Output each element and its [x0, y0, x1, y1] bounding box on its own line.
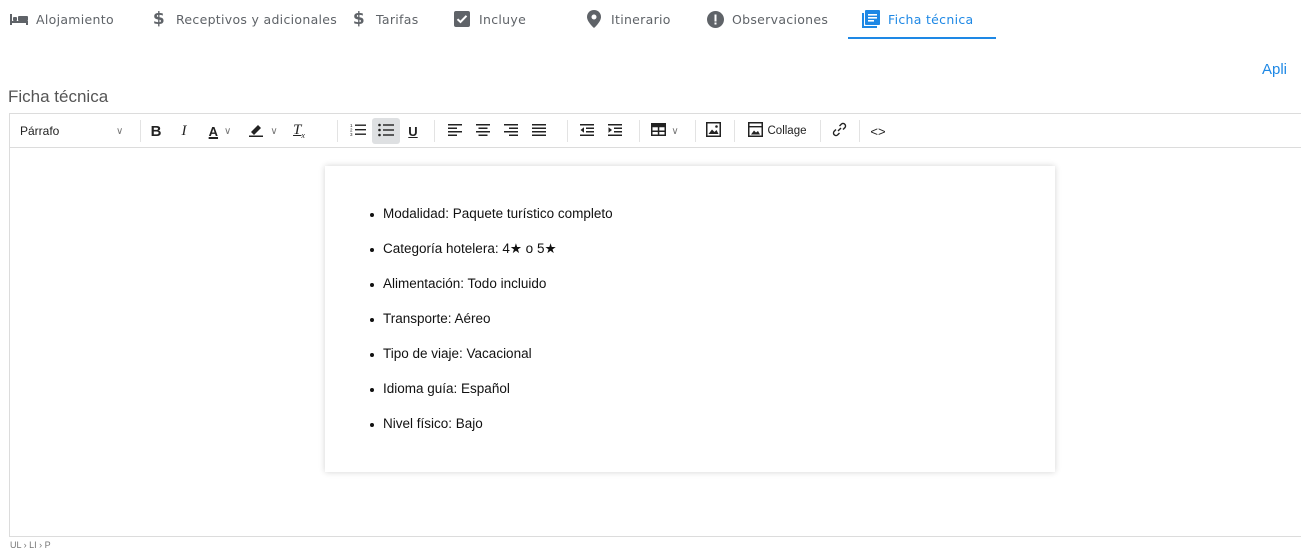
highlight-color-button[interactable]: ∨	[242, 118, 284, 144]
collage-button[interactable]: Collage	[740, 118, 814, 144]
tab-label: Alojamiento	[36, 11, 114, 27]
section-title: Ficha técnica	[8, 87, 109, 106]
italic-icon: I	[181, 122, 187, 139]
toolbar-divider	[639, 120, 640, 142]
list-item[interactable]: Alimentación: Todo incluido	[370, 276, 613, 311]
chevron-down-icon: ∨	[116, 125, 124, 137]
align-right-icon	[504, 123, 518, 139]
dollar-icon: $	[352, 9, 366, 29]
bed-icon	[10, 10, 28, 28]
align-right-button[interactable]	[499, 118, 523, 144]
align-justify-icon	[532, 123, 546, 139]
toolbar-divider	[337, 120, 338, 142]
svg-text:3: 3	[350, 132, 353, 137]
highlighter-icon	[248, 123, 264, 140]
tab-label: Itinerario	[611, 11, 671, 27]
code-icon: <>	[870, 123, 886, 139]
chevron-down-icon: ∨	[224, 125, 232, 137]
clear-formatting-button[interactable]: Tx	[286, 118, 312, 144]
tab-itinerario[interactable]: Itinerario	[585, 0, 671, 38]
block-format-value: Párrafo	[20, 124, 60, 138]
table-icon	[651, 123, 667, 139]
active-tab-indicator	[848, 37, 996, 39]
tab-incluye[interactable]: Incluye	[453, 0, 526, 38]
dollar-icon: $	[152, 9, 166, 29]
text-color-button[interactable]: A ∨	[200, 118, 240, 144]
checkbox-icon	[453, 10, 471, 28]
tab-label: Ficha técnica	[888, 11, 974, 27]
list-item[interactable]: Transporte: Aéreo	[370, 311, 613, 346]
clear-format-icon: Tx	[293, 122, 305, 140]
underline-icon: U	[408, 123, 418, 139]
editor-toolbar: Párrafo ∨ B I A ∨ ∨ Tx 123 U ∨ Collage <…	[10, 114, 1301, 148]
chevron-down-icon: ∨	[671, 125, 679, 137]
outdent-icon	[580, 123, 594, 139]
insert-image-button[interactable]	[700, 118, 726, 144]
toolbar-divider	[695, 120, 696, 142]
bold-button[interactable]: B	[144, 118, 168, 144]
bullet-list-button[interactable]	[372, 118, 400, 144]
image-icon	[705, 122, 721, 140]
editor-content-area[interactable]: Modalidad: Paquete turístico completo Ca…	[10, 148, 1301, 536]
tab-observaciones[interactable]: Observaciones	[706, 0, 828, 38]
editor-page[interactable]: Modalidad: Paquete turístico completo Ca…	[325, 166, 1055, 472]
source-code-button[interactable]: <>	[865, 118, 891, 144]
link-icon	[832, 122, 847, 140]
bullet-list: Modalidad: Paquete turístico completo Ca…	[370, 206, 613, 451]
list-item[interactable]: Modalidad: Paquete turístico completo	[370, 206, 613, 241]
list-item[interactable]: Idioma guía: Español	[370, 381, 613, 416]
list-item[interactable]: Categoría hotelera: 4★ o 5★	[370, 241, 613, 276]
justify-button[interactable]	[527, 118, 551, 144]
tab-tarifas[interactable]: $ Tarifas	[350, 0, 419, 38]
element-path-status: UL › LI › P	[10, 540, 51, 550]
text-color-icon: A	[208, 123, 219, 139]
block-format-select[interactable]: Párrafo ∨	[10, 118, 138, 144]
toolbar-divider	[734, 120, 735, 142]
numbered-list-button[interactable]: 123	[344, 118, 372, 144]
rich-text-editor: Párrafo ∨ B I A ∨ ∨ Tx 123 U ∨ Collage <…	[9, 113, 1301, 537]
tab-alojamiento[interactable]: Alojamiento	[10, 0, 114, 38]
tab-label: Receptivos y adicionales	[176, 11, 338, 27]
table-button[interactable]: ∨	[646, 118, 684, 144]
list-item[interactable]: Tipo de viaje: Vacacional	[370, 346, 613, 381]
tab-bar: Alojamiento $ Receptivos y adicionales $…	[0, 0, 1301, 40]
tab-label: Observaciones	[732, 11, 829, 27]
outdent-button[interactable]	[574, 118, 600, 144]
align-center-button[interactable]	[471, 118, 495, 144]
align-left-button[interactable]	[443, 118, 467, 144]
toolbar-divider	[820, 120, 821, 142]
alert-circle-icon	[706, 10, 724, 28]
bullet-list-icon	[378, 123, 394, 140]
tab-ficha-tecnica[interactable]: Ficha técnica	[862, 0, 973, 38]
toolbar-divider	[434, 120, 435, 142]
toolbar-divider	[567, 120, 568, 142]
italic-button[interactable]: I	[172, 118, 196, 144]
toolbar-divider	[859, 120, 860, 142]
tab-label: Incluye	[479, 11, 527, 27]
indent-button[interactable]	[602, 118, 628, 144]
tab-receptivos[interactable]: $ Receptivos y adicionales	[150, 0, 337, 38]
underline-button[interactable]: U	[402, 118, 424, 144]
bold-icon: B	[150, 122, 162, 140]
toolbar-divider	[140, 120, 141, 142]
apply-link[interactable]: Apli	[1262, 61, 1287, 78]
align-center-icon	[476, 123, 490, 139]
location-pin-icon	[585, 10, 603, 28]
chevron-down-icon: ∨	[270, 125, 278, 137]
document-icon	[862, 10, 880, 28]
tab-label: Tarifas	[376, 11, 419, 27]
numbered-list-icon: 123	[350, 123, 366, 140]
align-left-icon	[448, 123, 462, 139]
list-item[interactable]: Nivel físico: Bajo	[370, 416, 613, 451]
indent-icon	[608, 123, 622, 139]
collage-icon	[747, 122, 763, 140]
insert-link-button[interactable]	[826, 118, 852, 144]
collage-label: Collage	[767, 125, 807, 137]
